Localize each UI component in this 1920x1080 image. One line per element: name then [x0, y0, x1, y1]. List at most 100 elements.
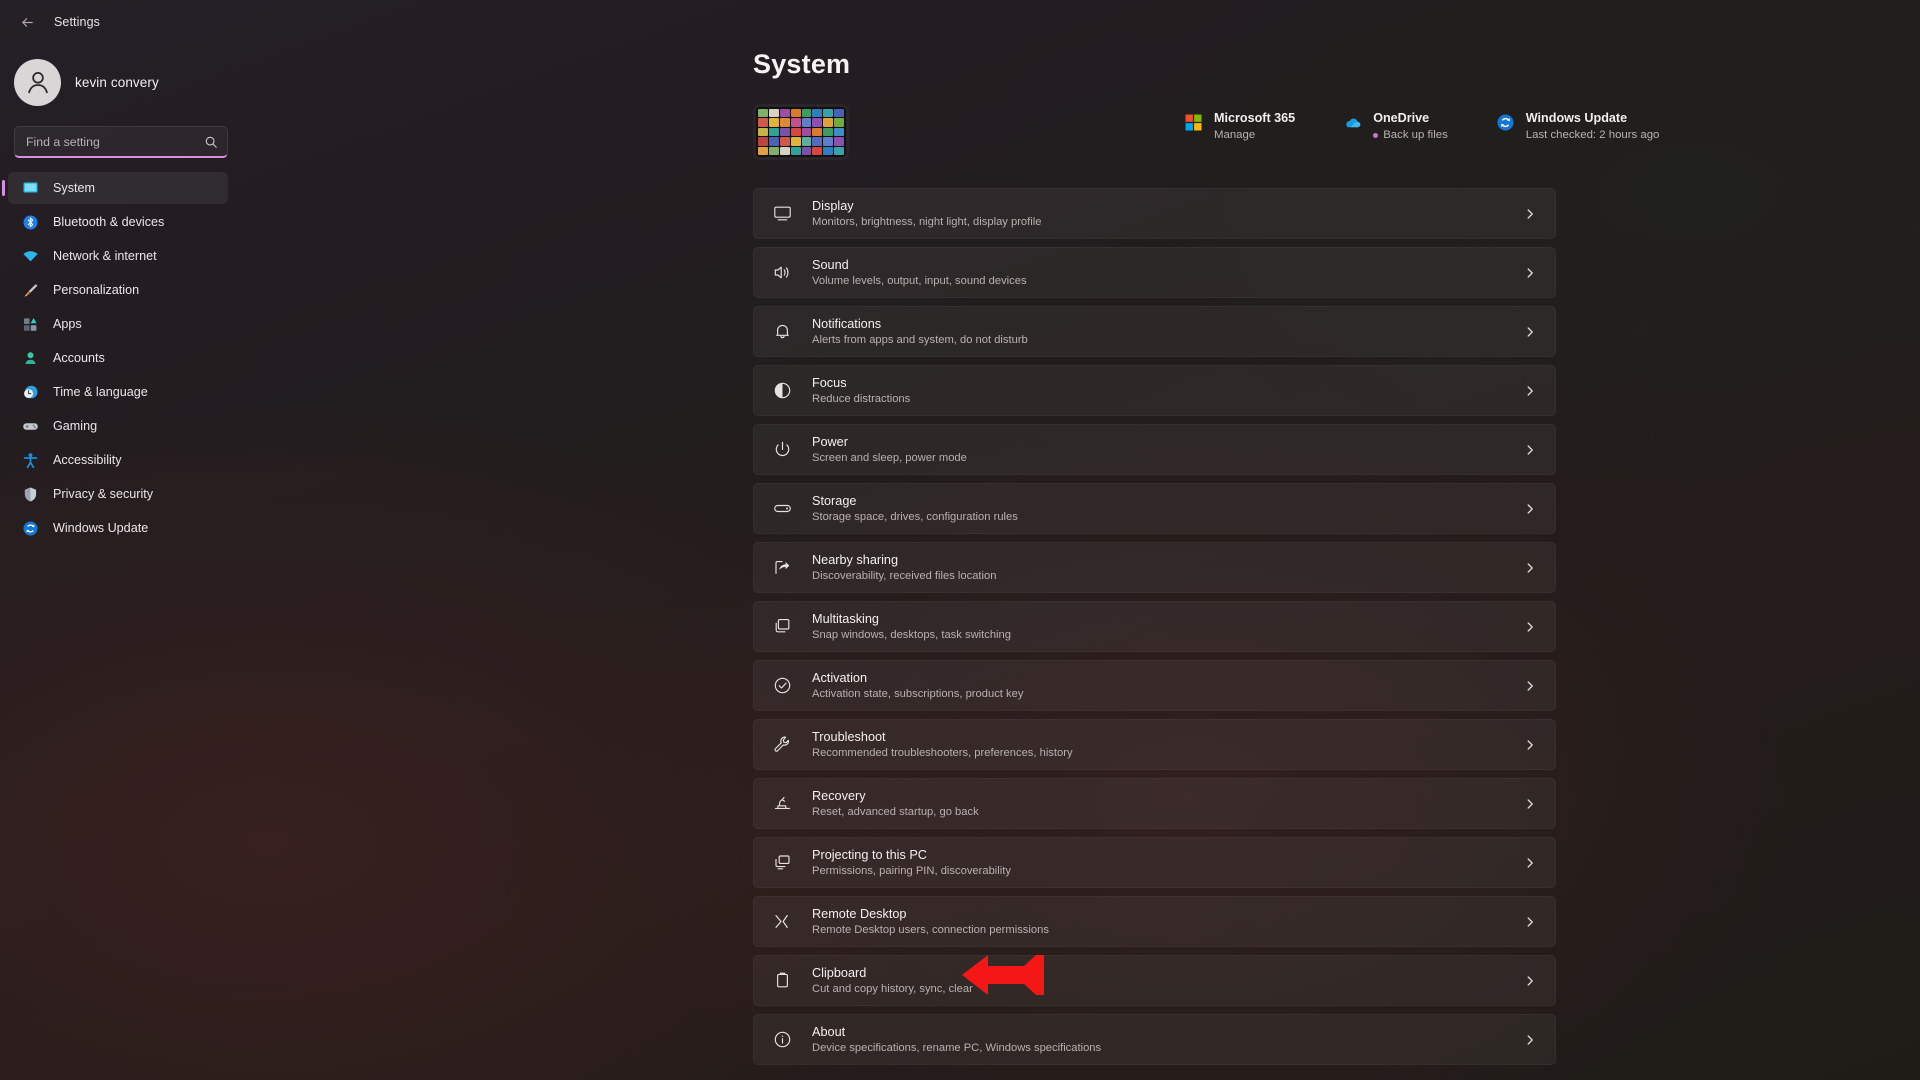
chevron-right-icon[interactable]	[1523, 384, 1537, 398]
hero-card-subtitle-text: Back up files	[1383, 129, 1448, 141]
wifi-icon	[22, 248, 39, 265]
wallpaper-tile	[758, 127, 768, 137]
hero-card-title: OneDrive	[1373, 111, 1430, 125]
wallpaper-tile	[801, 137, 812, 146]
settings-row-about[interactable]: About Device specifications, rename PC, W…	[753, 1014, 1556, 1065]
settings-row-subtitle: Activation state, subscriptions, product…	[812, 687, 1024, 700]
sidebar-item-personalization[interactable]: Personalization	[8, 274, 228, 306]
wallpaper-tile	[834, 127, 844, 137]
settings-row-remote-desktop[interactable]: Remote Desktop Remote Desktop users, conn…	[753, 896, 1556, 947]
back-button[interactable]	[12, 8, 42, 36]
hero-card-subtitle: Last checked: 2 hours ago	[1526, 127, 1660, 143]
sidebar-item-apps[interactable]: Apps	[8, 308, 228, 340]
sidebar-item-system[interactable]: System	[8, 172, 228, 204]
chevron-right-icon[interactable]	[1523, 915, 1537, 929]
chevron-right-icon[interactable]	[1523, 856, 1537, 870]
clock-icon	[22, 384, 39, 401]
sidebar-item-bluetooth-devices[interactable]: Bluetooth & devices	[8, 206, 228, 238]
wallpaper-tile	[779, 118, 790, 127]
wallpaper-tile	[801, 109, 812, 118]
sidebar-item-network-internet[interactable]: Network & internet	[8, 240, 228, 272]
settings-row-storage[interactable]: Storage Storage space, drives, configurat…	[753, 483, 1556, 534]
sidebar-item-privacy-security[interactable]: Privacy & security	[8, 478, 228, 510]
search-input[interactable]	[14, 126, 228, 158]
hero-card-subtitle-text: Last checked: 2 hours ago	[1525, 129, 1660, 141]
settings-row-title: About	[812, 1024, 846, 1039]
chevron-right-icon[interactable]	[1523, 679, 1537, 693]
wallpaper-tile	[758, 118, 768, 127]
chevron-right-icon[interactable]	[1523, 797, 1537, 811]
wallpaper-tile	[834, 118, 844, 127]
chevron-right-icon[interactable]	[1523, 620, 1537, 634]
settings-row-text: Nearby sharing Discoverability, received …	[812, 552, 1523, 584]
chevron-right-icon[interactable]	[1523, 443, 1537, 457]
sidebar-item-windows-update[interactable]: Windows Update	[8, 512, 228, 544]
wallpaper-tile	[823, 137, 834, 146]
window-title: Settings	[54, 15, 100, 29]
shield-icon	[22, 486, 39, 503]
hero-card-subtitle: Manage	[1214, 127, 1295, 143]
account-name: kevin convery	[75, 74, 159, 90]
hero-card-onedrive[interactable]: OneDrive Back up files	[1343, 110, 1448, 143]
hero-card-microsoft-365[interactable]: Microsoft 365 Manage	[1184, 110, 1295, 143]
settings-row-recovery[interactable]: Recovery Reset, advanced startup, go back	[753, 778, 1556, 829]
clipboard-icon	[772, 970, 793, 991]
settings-row-focus[interactable]: Focus Reduce distractions	[753, 365, 1556, 416]
chevron-right-icon[interactable]	[1523, 974, 1537, 988]
sidebar-item-label: System	[53, 181, 95, 195]
sidebar-item-gaming[interactable]: Gaming	[8, 410, 228, 442]
chevron-right-icon[interactable]	[1523, 502, 1537, 516]
remote-desktop-icon	[772, 911, 793, 932]
settings-row-text: Display Monitors, brightness, night light…	[812, 198, 1523, 230]
onedrive-cloud-icon	[1343, 113, 1362, 132]
monitor-icon	[22, 180, 39, 197]
paintbrush-icon	[22, 282, 39, 299]
settings-list: Display Monitors, brightness, night light…	[750, 188, 1556, 1065]
wallpaper-tile	[758, 109, 768, 118]
sidebar-item-accounts[interactable]: Accounts	[8, 342, 228, 374]
settings-row-text: Remote Desktop Remote Desktop users, conn…	[812, 906, 1523, 938]
settings-row-troubleshoot[interactable]: Troubleshoot Recommended troubleshooters,…	[753, 719, 1556, 770]
settings-row-subtitle: Permissions, pairing PIN, discoverabilit…	[812, 864, 1011, 877]
wallpaper-tile	[823, 109, 834, 118]
settings-row-notifications[interactable]: Notifications Alerts from apps and system…	[753, 306, 1556, 357]
settings-row-activation[interactable]: Activation Activation state, subscription…	[753, 660, 1556, 711]
settings-row-nearby-sharing[interactable]: Nearby sharing Discoverability, received …	[753, 542, 1556, 593]
settings-row-title: Activation	[812, 670, 868, 685]
chevron-right-icon[interactable]	[1523, 325, 1537, 339]
settings-row-subtitle: Storage space, drives, configuration rul…	[812, 510, 1018, 523]
settings-row-clipboard[interactable]: Clipboard Cut and copy history, sync, cle…	[753, 955, 1556, 1006]
settings-row-title: Storage	[812, 493, 857, 508]
hero-card-windows-update[interactable]: Windows Update Last checked: 2 hours ago	[1496, 110, 1660, 143]
settings-row-text: Focus Reduce distractions	[812, 375, 1523, 407]
settings-row-text: About Device specifications, rename PC, W…	[812, 1024, 1523, 1056]
chevron-right-icon[interactable]	[1523, 207, 1537, 221]
chevron-right-icon[interactable]	[1523, 561, 1537, 575]
chevron-right-icon[interactable]	[1523, 266, 1537, 280]
account-header[interactable]: kevin convery	[0, 44, 240, 120]
wallpaper-tile	[834, 146, 844, 155]
settings-row-sound[interactable]: Sound Volume levels, output, input, sound…	[753, 247, 1556, 298]
chevron-right-icon[interactable]	[1523, 1033, 1537, 1047]
sidebar-item-accessibility[interactable]: Accessibility	[8, 444, 228, 476]
settings-row-power[interactable]: Power Screen and sleep, power mode	[753, 424, 1556, 475]
wallpaper-tile	[768, 109, 779, 118]
wrench-icon	[772, 734, 793, 755]
wallpaper-tile	[790, 137, 801, 146]
person-icon	[27, 72, 48, 94]
settings-row-title: Power	[812, 434, 848, 449]
settings-row-multitasking[interactable]: Multitasking Snap windows, desktops, task…	[753, 601, 1556, 652]
settings-row-text: Sound Volume levels, output, input, sound…	[812, 257, 1523, 289]
chevron-right-icon[interactable]	[1523, 738, 1537, 752]
wallpaper-tile	[758, 146, 768, 155]
page-title: System	[753, 49, 851, 79]
wallpaper-tile	[823, 127, 834, 137]
settings-row-title: Focus	[812, 375, 847, 390]
sidebar-item-time-language[interactable]: Time & language	[8, 376, 228, 408]
settings-row-display[interactable]: Display Monitors, brightness, night light…	[753, 188, 1556, 239]
settings-row-projecting-to-this-pc[interactable]: Projecting to this PC Permissions, pairin…	[753, 837, 1556, 888]
settings-row-title: Troubleshoot	[812, 729, 886, 744]
search-container	[14, 126, 228, 158]
settings-row-text: Recovery Reset, advanced startup, go back	[812, 788, 1523, 820]
settings-row-subtitle: Remote Desktop users, connection permiss…	[812, 923, 1049, 936]
